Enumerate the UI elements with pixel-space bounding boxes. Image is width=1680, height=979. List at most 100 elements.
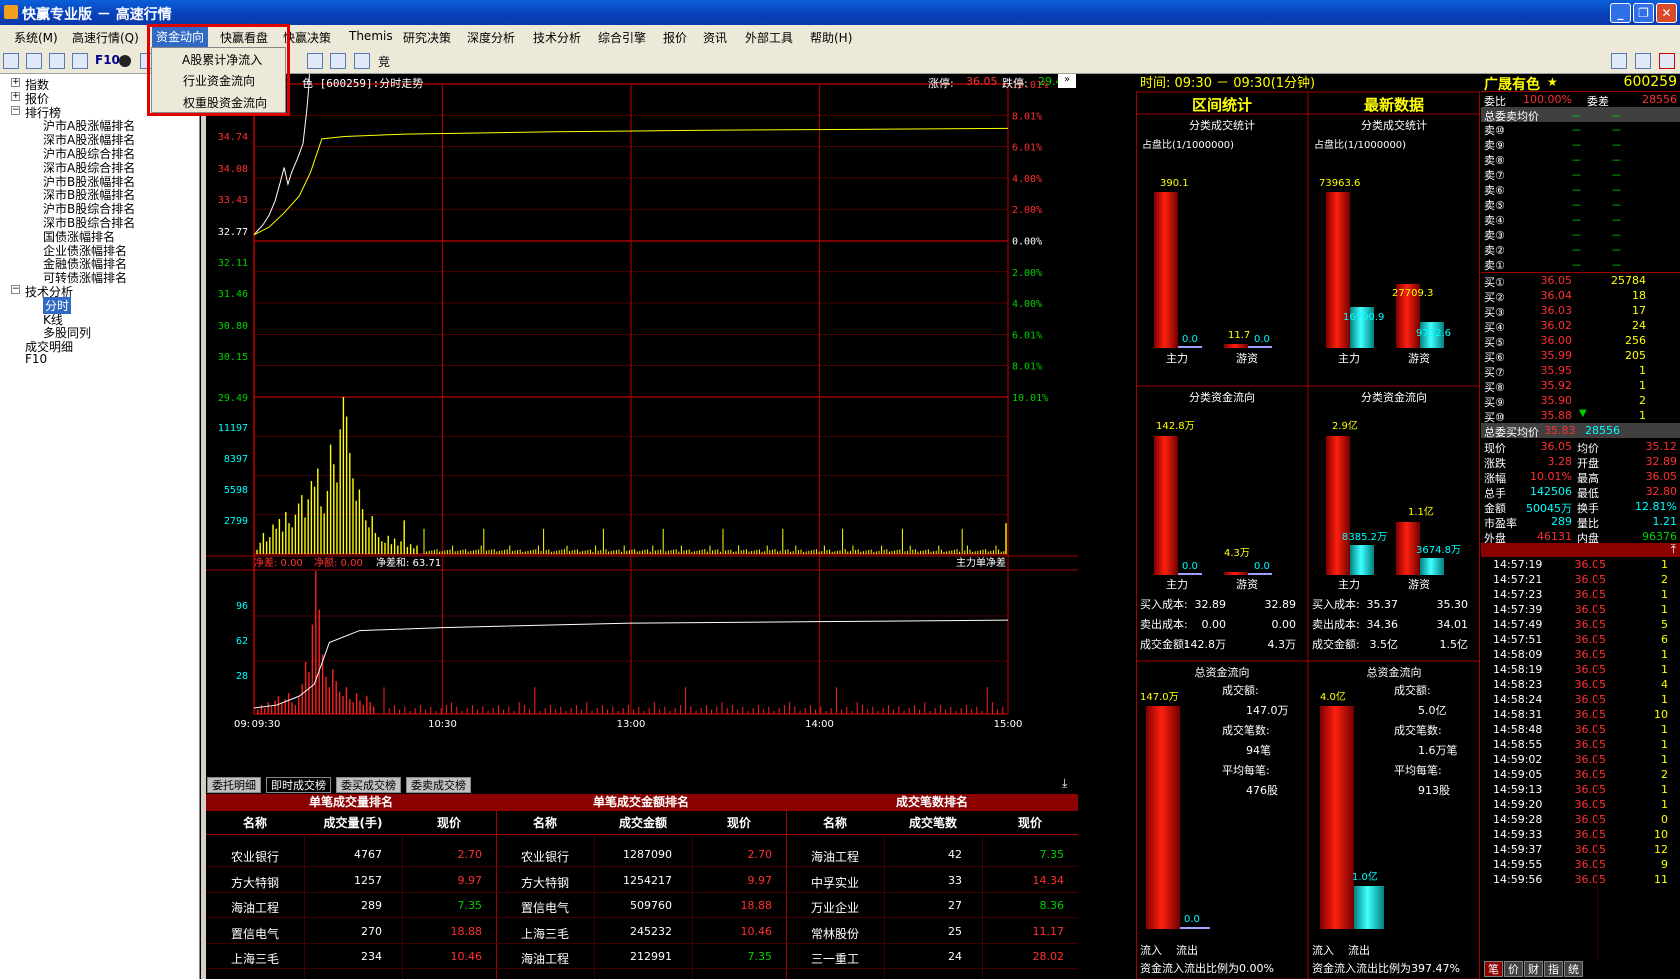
title-bar: 快赢专业版 － 高速行情 _ ❐ ✕ [0,0,1680,25]
table-row[interactable]: 万业企业 27 8.36 [786,895,1078,919]
collapse-arrow-icon[interactable]: » [1058,74,1076,88]
tab-instant-rank[interactable]: 即时成交榜 [266,777,331,793]
tick-volume: 12 [1654,843,1668,856]
tick-time: 14:57:23 [1493,588,1543,601]
tab-index[interactable]: 指 [1544,961,1563,977]
ratio-label: 占盘比(1/1000000) [1142,138,1234,151]
monitor-icon[interactable] [354,53,370,69]
row-rule [496,891,786,893]
menu-deep-analysis[interactable]: 深度分析 [467,29,515,46]
menu-system[interactable]: 系统(M) [14,29,58,46]
tree-toggle-icon[interactable]: + [11,78,20,87]
buy-total-vol: 28556 [1585,424,1620,437]
menu-tech-analysis[interactable]: 技术分析 [533,29,581,46]
sell-level-label: 卖⑨ [1484,139,1505,152]
pct-tick: 2.00% [1012,268,1042,279]
table-row[interactable]: 三一重工 24 28.02 [786,946,1078,970]
time-tick: 13:00 [617,719,646,730]
tab-order-detail[interactable]: 委托明细 [207,777,261,793]
intraday-chart[interactable]: 35.3934.7434.0833.4332.7732.1131.4630.80… [206,74,1078,774]
sell-level-label: 卖⑥ [1484,184,1505,197]
stat-label: 涨跌 [1484,457,1506,470]
tab-trades[interactable]: 笔 [1484,961,1503,977]
tick-time: 14:58:09 [1493,648,1543,661]
expand-icon[interactable]: ⤓ [1062,776,1067,791]
table-row[interactable]: 置信电气 270 18.88 [206,921,496,945]
tick-time: 14:57:51 [1493,633,1543,646]
maximize-button[interactable]: ❐ [1633,3,1654,23]
table-row[interactable]: 上海三毛 245232 10.46 [496,921,786,945]
favorite-icon[interactable] [26,53,42,69]
buy-level-volume: 205 [1625,349,1646,362]
cube-icon[interactable] [307,53,323,69]
record-icon[interactable] [119,55,131,67]
minimize-button[interactable]: _ [1610,3,1631,23]
table-row[interactable]: 置信电气 509760 18.88 [496,895,786,919]
table-row[interactable]: 海油工程 212991 7.35 [496,946,786,970]
window-icon[interactable] [72,53,88,69]
sell-level-label: 卖① [1484,259,1505,272]
menu-quote[interactable]: 报价 [663,29,687,46]
table-row[interactable]: 海油工程 42 7.35 [786,844,1078,868]
menu-quotes[interactable]: 高速行情(Q) [72,29,139,46]
tree-toggle-icon[interactable]: − [11,285,20,294]
tick-time: 14:59:55 [1493,858,1543,871]
tab-stats[interactable]: 统 [1564,961,1583,977]
exit-icon[interactable] [1611,53,1627,69]
sell-level-label: 卖② [1484,244,1505,257]
scroll-up-icon[interactable]: ⤒ [1671,542,1676,557]
menu-research[interactable]: 研究决策 [403,29,451,46]
tree-item[interactable]: F10 [25,352,47,366]
tab-finance[interactable]: 财 [1524,961,1543,977]
grid-icon[interactable] [49,53,65,69]
row-rule [786,891,1078,893]
menu-engine[interactable]: 综合引擎 [598,29,646,46]
table-row[interactable]: 方大特钢 1257 9.97 [206,870,496,894]
chart-icon[interactable] [1635,53,1651,69]
table-row[interactable]: 海油工程 289 7.35 [206,895,496,919]
amount-main: 142.8万 [1184,638,1227,651]
tab-sell-rank[interactable]: 委卖成交榜 [406,777,471,793]
tree-toggle-icon[interactable]: − [11,105,20,115]
table-row[interactable]: 中孚实业 33 14.34 [786,870,1078,894]
menu-kuaiying-juece[interactable]: 快赢决策 [283,29,331,46]
menu-themis[interactable]: Themis [349,29,393,43]
buy-cost-you: 35.30 [1437,598,1469,611]
tick-price: 36.05 [1574,558,1607,571]
auction-button[interactable]: 竞 [378,53,390,70]
buy-level-price: 35.90 [1540,394,1573,407]
table-row[interactable]: 常林股份 25 11.17 [786,921,1078,945]
tree-toggle-icon[interactable]: + [11,91,20,101]
rank-column-header: 现价 [726,816,751,830]
close-button[interactable]: ✕ [1656,3,1677,23]
menu-help[interactable]: 帮助(H) [810,29,852,46]
rank-stock-name: 方大特钢 [230,875,279,890]
tick-price: 36.05 [1574,828,1607,841]
fund-statistics-panel: 时间: 09:30 － 09:30(1分钟) 区间统计 最新数据 分类成交统计 占盘比(… [1136,74,1480,979]
menu-news[interactable]: 资讯 [703,29,727,46]
buy-level-price: 36.02 [1540,319,1573,332]
price-tick: 29.49 [218,393,248,404]
star-icon[interactable]: ★ [1547,75,1558,89]
f10-button[interactable]: F10 [95,53,120,67]
buy-level-volume: 256 [1625,334,1646,347]
table-row[interactable]: 农业银行 1287090 2.70 [496,844,786,868]
layout-icon[interactable] [3,53,19,69]
tick-volume: 1 [1661,738,1668,751]
buy-level-label: 买④ [1484,321,1505,334]
table-row[interactable]: 上海三毛 234 10.46 [206,946,496,970]
refresh-icon[interactable] [1659,53,1675,69]
table-row[interactable]: 方大特钢 1254217 9.97 [496,870,786,894]
buy-level-price: 35.92 [1540,379,1573,392]
tab-buy-rank[interactable]: 委买成交榜 [336,777,401,793]
you-sub-value: 0.0 [1254,334,1270,345]
tick-volume: 1 [1661,648,1668,661]
rank-stock-name: 万业企业 [810,901,859,915]
tick-time: 14:58:55 [1493,738,1543,751]
sell-cost-main: 0.00 [1202,618,1227,631]
tools-icon[interactable] [330,53,346,69]
menu-tools[interactable]: 外部工具 [745,29,793,46]
sell-cost-you: 34.01 [1437,618,1469,631]
tab-price[interactable]: 价 [1504,961,1523,977]
table-row[interactable]: 农业银行 4767 2.70 [206,844,496,868]
